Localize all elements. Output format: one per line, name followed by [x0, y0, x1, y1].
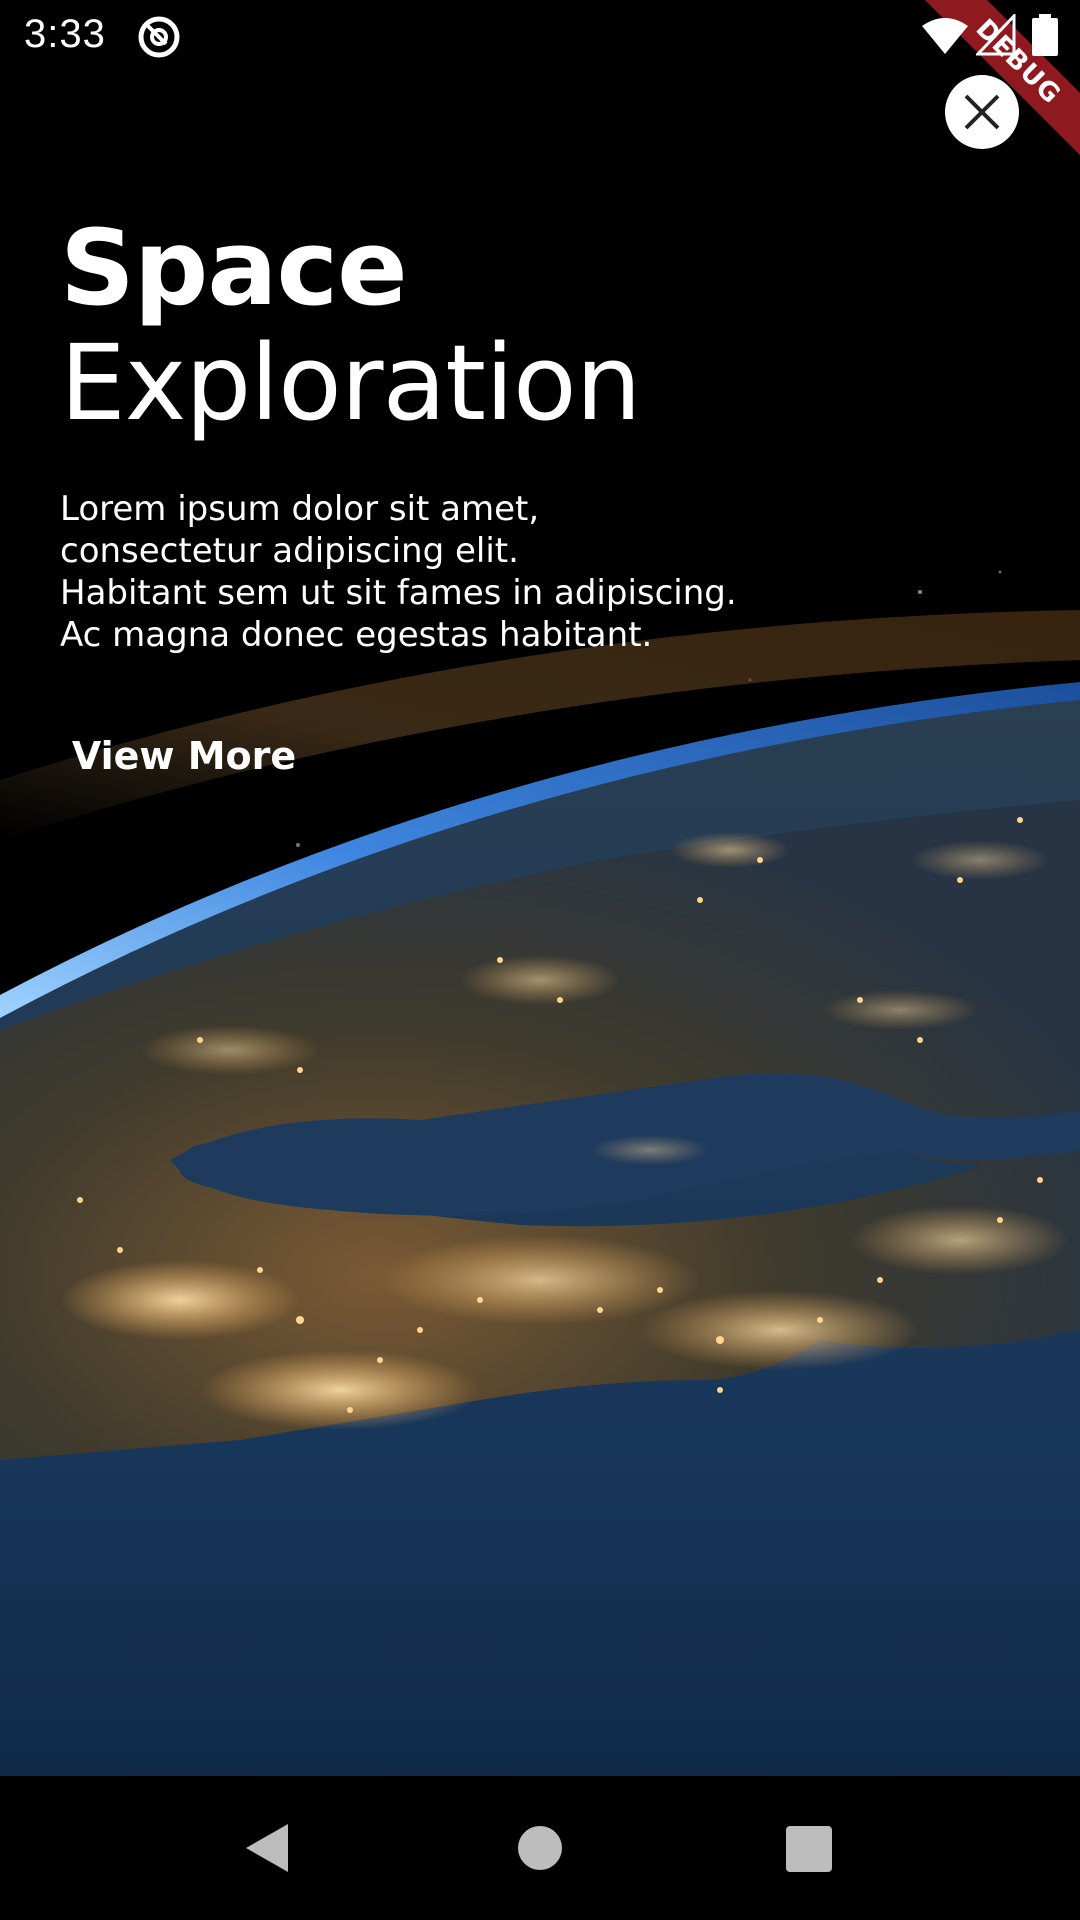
- close-button[interactable]: [945, 75, 1019, 149]
- status-bar: 3:33: [0, 0, 1080, 72]
- screen: 3:33 DEBUG Space Exploration Lorem ipsum…: [0, 0, 1080, 1920]
- description-line: Ac magna donec egestas habitant.: [60, 615, 653, 655]
- description-line: Lorem ipsum dolor sit amet,: [60, 489, 540, 529]
- description-line: Habitant sem ut sit fames in adipiscing.: [60, 573, 737, 613]
- wifi-icon: [922, 18, 968, 54]
- close-icon: [964, 94, 1000, 130]
- description-line: consectetur adipiscing elit.: [60, 531, 519, 571]
- hero-section: Space Exploration Lorem ipsum dolor sit …: [60, 212, 737, 656]
- view-more-button[interactable]: View More: [60, 720, 308, 792]
- title-regular: Exploration: [60, 322, 641, 444]
- battery-icon: [1032, 14, 1058, 56]
- system-nav-bar: [0, 1776, 1080, 1920]
- back-icon[interactable]: [244, 1822, 290, 1874]
- title-bold: Space: [60, 207, 408, 329]
- status-time: 3:33: [24, 12, 106, 56]
- recents-icon[interactable]: [786, 1826, 832, 1872]
- cell-signal-icon: [976, 14, 1016, 56]
- description: Lorem ipsum dolor sit amet, consectetur …: [60, 488, 737, 656]
- home-icon[interactable]: [518, 1826, 562, 1870]
- app-notification-icon: [138, 16, 180, 58]
